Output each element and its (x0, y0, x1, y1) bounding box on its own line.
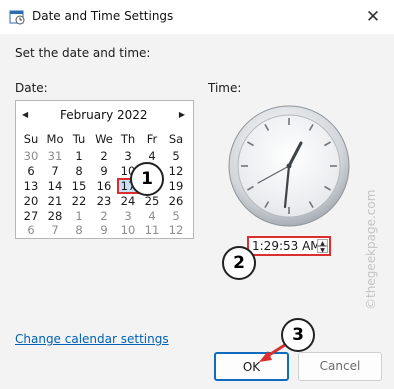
calendar-day[interactable]: 15 (68, 178, 90, 194)
time-label: Time: (208, 81, 242, 95)
calendar-day[interactable]: 22 (68, 193, 90, 209)
step-callout-3: 3 (281, 318, 315, 352)
time-decrement-button[interactable]: ▼ (317, 246, 328, 254)
calendar-day[interactable]: 23 (93, 193, 115, 209)
calendar-day[interactable]: 10 (117, 222, 139, 238)
calendar-day[interactable]: 5 (165, 148, 187, 164)
calendar-day[interactable]: 26 (165, 193, 187, 209)
calendar-day[interactable]: 30 (20, 148, 42, 164)
window-title: Date and Time Settings (32, 9, 174, 23)
calendar-month-title[interactable]: February 2022 (60, 108, 148, 122)
dialog-heading: Set the date and time: (15, 46, 151, 60)
analog-clock (228, 105, 350, 227)
calendar-week-row: 6 7 8 9 10 11 12 (16, 163, 193, 179)
calendar-day[interactable]: 6 (20, 163, 42, 179)
calendar-week-row: 20 21 22 23 24 25 26 (16, 193, 193, 209)
date-label: Date: (15, 81, 48, 95)
calendar-day[interactable]: 8 (68, 222, 90, 238)
calendar-day[interactable]: 12 (165, 222, 187, 238)
time-input[interactable]: 1:29:53 AM (252, 238, 318, 255)
calendar-week-row: 6 7 8 9 10 11 12 (16, 222, 193, 238)
change-calendar-settings-link[interactable]: Change calendar settings (15, 332, 169, 346)
weekday-header: Tu (72, 132, 86, 146)
previous-month-button[interactable]: ◀ (22, 110, 28, 119)
weekday-header: Th (120, 132, 136, 146)
close-button[interactable]: ✕ (362, 6, 384, 28)
calendar-day[interactable]: 1 (68, 148, 90, 164)
weekday-header: We (95, 132, 113, 146)
watermark: ©thegeekpage.com (364, 189, 378, 310)
calendar-day[interactable]: 12 (165, 163, 187, 179)
weekday-header: Fr (146, 132, 158, 146)
weekday-header: Su (23, 132, 39, 146)
calendar-day[interactable]: 20 (20, 193, 42, 209)
calendar-day[interactable]: 24 (117, 193, 139, 209)
calendar-day[interactable]: 21 (44, 193, 66, 209)
calendar-day[interactable]: 16 (93, 178, 115, 194)
calendar-day[interactable]: 14 (44, 178, 66, 194)
date-time-settings-icon (9, 10, 25, 25)
weekday-header: Sa (168, 132, 184, 146)
calendar-day[interactable]: 2 (93, 148, 115, 164)
calendar-day[interactable]: 31 (44, 148, 66, 164)
calendar-day[interactable]: 13 (20, 178, 42, 194)
time-spinner[interactable]: ▲ ▼ (317, 239, 328, 254)
step-callout-2: 2 (222, 246, 256, 280)
weekday-header-row: Su Mo Tu We Th Fr Sa (16, 131, 193, 147)
calendar: ◀ February 2022 ▶ Su Mo Tu We Th Fr Sa 3… (15, 100, 194, 239)
calendar-day[interactable]: 19 (165, 178, 187, 194)
calendar-day[interactable]: 6 (20, 222, 42, 238)
calendar-day[interactable]: 7 (44, 163, 66, 179)
calendar-day[interactable]: 3 (117, 148, 139, 164)
cancel-button[interactable]: Cancel (298, 352, 382, 381)
ok-button[interactable]: OK (214, 352, 289, 381)
calendar-day[interactable]: 8 (68, 163, 90, 179)
next-month-button[interactable]: ▶ (179, 110, 185, 119)
title-bar: Date and Time Settings ✕ (0, 0, 394, 34)
calendar-week-row: 30 31 1 2 3 4 5 (16, 148, 193, 164)
weekday-header: Mo (46, 132, 64, 146)
calendar-day[interactable]: 9 (93, 163, 115, 179)
step-callout-1: 1 (130, 162, 164, 196)
time-increment-button[interactable]: ▲ (317, 239, 328, 247)
time-field[interactable]: 1:29:53 AM ▲ ▼ (247, 236, 331, 256)
calendar-week-row: 13 14 15 16 17 18 19 (16, 178, 193, 194)
calendar-day[interactable]: 9 (93, 222, 115, 238)
calendar-day[interactable]: 11 (141, 222, 163, 238)
calendar-day[interactable]: 7 (44, 222, 66, 238)
